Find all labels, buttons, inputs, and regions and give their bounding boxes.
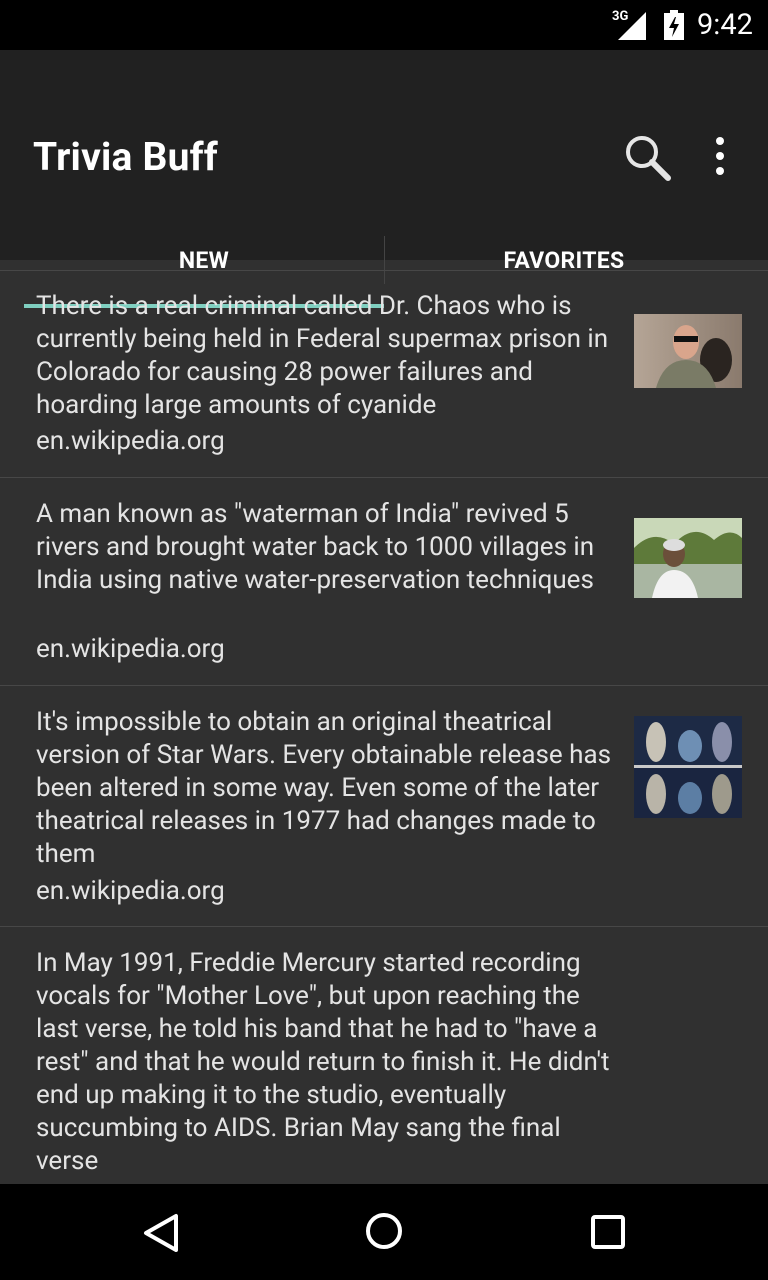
list-item[interactable]: In May 1991, Freddie Mercury started rec… bbox=[0, 927, 768, 1184]
thumbnail-image bbox=[634, 716, 742, 818]
clock: 9:42 bbox=[697, 8, 753, 42]
trivia-text: It's impossible to obtain an original th… bbox=[36, 707, 612, 869]
trivia-source: en.wikipedia.org bbox=[36, 634, 225, 664]
overflow-menu-icon[interactable] bbox=[700, 132, 740, 182]
app-bar: Trivia Buff NEW FAVORITES bbox=[0, 50, 768, 308]
trivia-text: There is a real criminal called Dr. Chao… bbox=[36, 291, 609, 420]
signal-icon bbox=[618, 12, 646, 40]
list-item[interactable]: A man known as "waterman of India" reviv… bbox=[0, 478, 768, 686]
trivia-list[interactable]: There is a real criminal called Dr. Chao… bbox=[0, 270, 768, 1184]
trivia-source: en.wikipedia.org bbox=[36, 426, 225, 456]
home-icon[interactable] bbox=[364, 1211, 404, 1251]
status-bar: 3G 9:42 bbox=[0, 0, 768, 50]
search-icon[interactable] bbox=[622, 132, 674, 184]
list-item[interactable]: It's impossible to obtain an original th… bbox=[0, 686, 768, 927]
thumbnail-image bbox=[634, 314, 742, 388]
recents-icon[interactable] bbox=[591, 1215, 625, 1249]
trivia-text: A man known as "waterman of India" reviv… bbox=[36, 499, 595, 595]
trivia-source: en.wikipedia.org bbox=[36, 876, 225, 906]
trivia-text: In May 1991, Freddie Mercury started rec… bbox=[36, 948, 610, 1176]
thumbnail-image bbox=[634, 518, 742, 598]
back-icon[interactable] bbox=[140, 1212, 182, 1254]
app-title: Trivia Buff bbox=[33, 134, 218, 180]
list-item[interactable]: There is a real criminal called Dr. Chao… bbox=[0, 270, 768, 478]
battery-icon bbox=[664, 10, 684, 40]
